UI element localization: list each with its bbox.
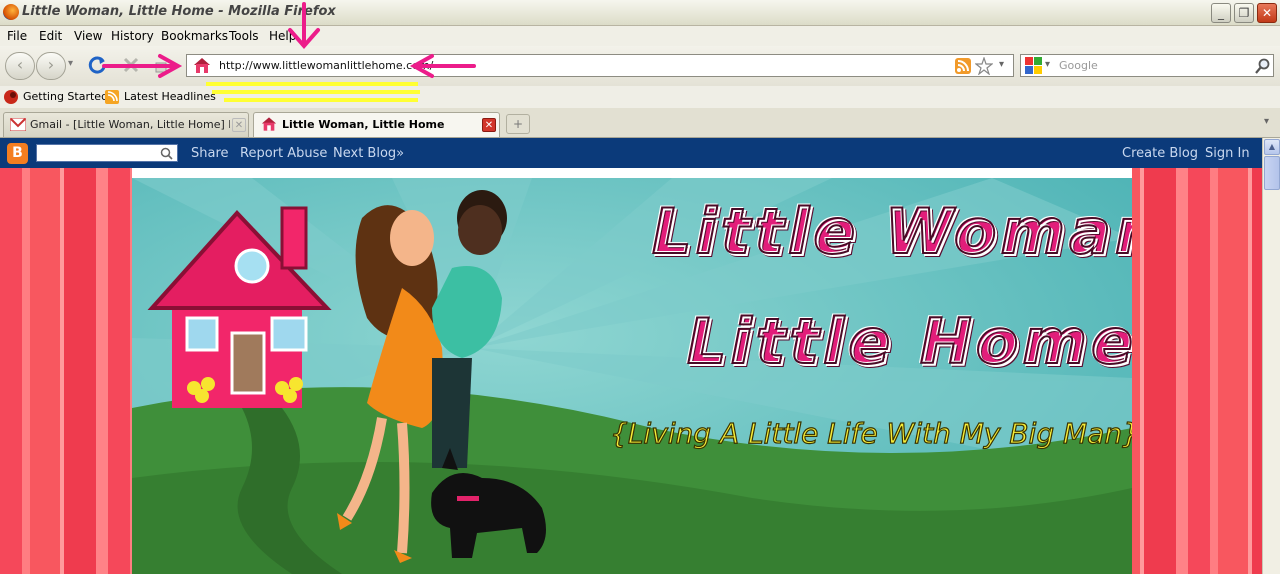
annotation-url-underline	[206, 82, 420, 102]
annotation-overlay	[102, 2, 476, 102]
annotation-arrows	[102, 2, 476, 78]
